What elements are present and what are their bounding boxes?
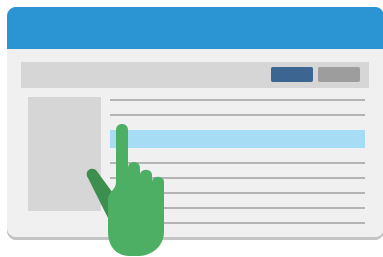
primary-button[interactable]	[271, 67, 313, 82]
window-titlebar	[7, 7, 383, 49]
illustration	[0, 0, 383, 257]
toolbar	[21, 62, 369, 88]
hand-shape	[108, 124, 164, 256]
secondary-button[interactable]	[318, 67, 360, 82]
app-window	[7, 7, 383, 237]
pointing-hand-icon	[86, 124, 164, 256]
list-row[interactable]	[110, 99, 365, 101]
list-row[interactable]	[110, 114, 365, 116]
